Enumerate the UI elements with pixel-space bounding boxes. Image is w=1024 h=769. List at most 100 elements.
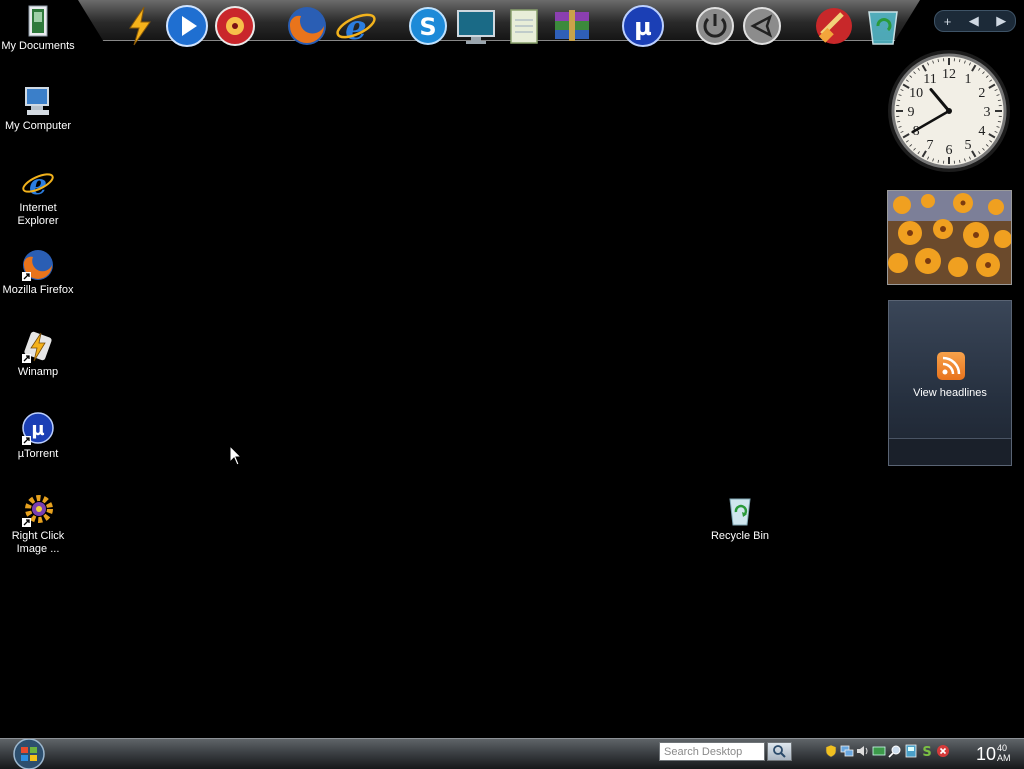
rss-icon: [937, 352, 965, 380]
search-button[interactable]: [767, 742, 792, 761]
gear-icon: [21, 494, 55, 528]
close-icon[interactable]: [936, 744, 950, 758]
slideshow-gadget[interactable]: [887, 190, 1012, 285]
dock-shutdown[interactable]: [693, 4, 737, 48]
power-icon: [693, 4, 737, 48]
dock-notepad[interactable]: [502, 4, 546, 48]
winamp-icon: [21, 330, 55, 364]
monitor-icon: [454, 4, 498, 48]
svg-text:S: S: [419, 13, 436, 41]
dock-winamp[interactable]: [118, 4, 162, 48]
desktop-icon-my-documents[interactable]: My Documents: [0, 4, 76, 53]
clock-numeral: 10: [909, 86, 923, 101]
dock-display[interactable]: [454, 4, 498, 48]
clock-numeral: 11: [923, 72, 936, 87]
dock-ccleaner[interactable]: [812, 4, 856, 48]
desktop-icon-label: Right Click Image ...: [8, 530, 68, 556]
start-button[interactable]: [11, 739, 47, 769]
desktop-icon-label: Winamp: [0, 366, 76, 379]
clock-numeral: 9: [908, 105, 915, 120]
view-headlines-link[interactable]: View headlines: [889, 387, 1011, 399]
winrar-icon: [550, 4, 594, 48]
desktop-icon-label: Recycle Bin: [702, 530, 778, 543]
clock-hour: 10: [976, 740, 996, 768]
dock-utorrent[interactable]: µ: [621, 4, 665, 48]
analog-clock: 121234567891011: [886, 48, 1012, 174]
play-icon: [165, 4, 209, 48]
back-icon: [740, 4, 784, 48]
clock-minute: 40: [997, 743, 1011, 753]
ie-icon: e: [21, 166, 55, 200]
desktop-icon-label: My Documents: [0, 40, 76, 53]
clock-numeral: 7: [927, 138, 934, 153]
search-desktop-input[interactable]: [659, 742, 765, 761]
firefox-icon: [21, 248, 55, 282]
dock-back[interactable]: [740, 4, 784, 48]
svg-text:e: e: [29, 168, 47, 200]
winamp-icon: [118, 4, 162, 48]
desktop-icon-label: µTorrent: [0, 448, 76, 461]
desktop-icon-winamp[interactable]: Winamp: [0, 330, 76, 379]
svg-text:µ: µ: [31, 419, 44, 440]
utorrent-icon: µ: [621, 4, 665, 48]
burn-icon: [213, 4, 257, 48]
notepad-icon: [502, 4, 546, 48]
clock-gadget[interactable]: 121234567891011: [886, 48, 1012, 174]
desktop-icon-label: My Computer: [0, 120, 76, 133]
desktop-icon-internet-explorer[interactable]: e Internet Explorer: [0, 166, 76, 228]
desktop-icon-my-computer[interactable]: My Computer: [0, 84, 76, 133]
sidebar-controls: + ◀ ▶: [934, 10, 1016, 32]
search-icon[interactable]: [888, 744, 902, 758]
dock-firefox[interactable]: [285, 4, 329, 48]
svg-text:µ: µ: [634, 13, 652, 41]
device-icon[interactable]: [904, 744, 918, 758]
dock-ie[interactable]: e: [334, 4, 378, 48]
desktop-icon-label: Mozilla Firefox: [0, 284, 76, 297]
mouse-cursor-icon: [229, 445, 243, 467]
desktop-icon-utorrent[interactable]: µ µTorrent: [0, 412, 76, 461]
dock: e S µ: [78, 0, 920, 50]
utorrent-icon: µ: [21, 412, 55, 446]
clock-minute-ampm: 40 AM: [997, 740, 1011, 763]
desktop-icon-mozilla-firefox[interactable]: Mozilla Firefox: [0, 248, 76, 297]
svg-text:S: S: [922, 745, 931, 758]
system-tray: S: [824, 744, 950, 760]
shield-icon[interactable]: [824, 744, 838, 758]
volume-icon[interactable]: [856, 744, 870, 758]
desktop-icon-right-click-image[interactable]: Right Click Image ...: [0, 494, 76, 556]
feed-headlines-gadget[interactable]: View headlines: [888, 300, 1012, 466]
dock-burner[interactable]: [213, 4, 257, 48]
recycle-bin-icon: [723, 494, 757, 528]
feed-footer: [889, 438, 1011, 465]
dock-winrar[interactable]: [550, 4, 594, 48]
dock-skype[interactable]: S: [406, 4, 450, 48]
firefox-icon: [285, 4, 329, 48]
clock-numeral: 6: [946, 143, 953, 158]
folder-icon: [21, 4, 55, 38]
dock-recycle-bin[interactable]: [861, 4, 905, 48]
recycle-bin-icon: [861, 4, 905, 48]
network-icon[interactable]: [840, 744, 854, 758]
next-button[interactable]: ▶: [996, 13, 1006, 29]
dock-media-player[interactable]: [165, 4, 209, 48]
flowers-photo: [888, 191, 1011, 284]
search-icon: [768, 743, 791, 760]
desktop-icon-label: Internet Explorer: [8, 202, 68, 228]
ie-icon: e: [334, 4, 378, 48]
clock-numeral: 4: [978, 124, 985, 139]
previous-button[interactable]: ◀: [969, 13, 979, 29]
clock-numeral: 12: [942, 67, 956, 82]
clock-numeral: 5: [965, 138, 972, 153]
taskbar-clock[interactable]: 10 40 AM: [976, 740, 1011, 768]
desktop-icon-recycle-bin[interactable]: Recycle Bin: [702, 494, 778, 543]
clock-numeral: 2: [978, 86, 985, 101]
ccleaner-icon: [812, 4, 856, 48]
skype-icon[interactable]: S: [920, 744, 934, 758]
network-activity-icon[interactable]: [872, 744, 886, 758]
clock-numeral: 1: [965, 72, 972, 87]
clock-ampm: AM: [997, 753, 1011, 763]
add-gadget-button[interactable]: +: [944, 14, 952, 29]
clock-numeral: 3: [984, 105, 991, 120]
computer-icon: [21, 84, 55, 118]
skype-icon: S: [406, 4, 450, 48]
